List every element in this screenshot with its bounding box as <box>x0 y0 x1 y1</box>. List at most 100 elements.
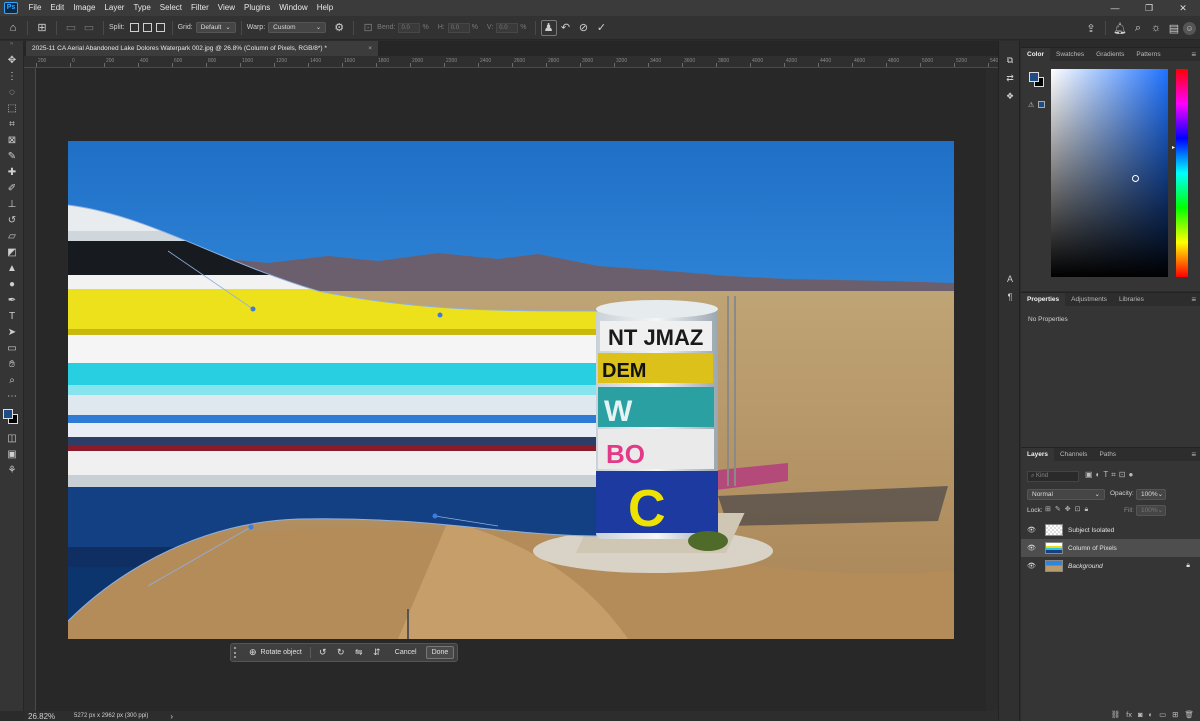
paragraph-panel-icon[interactable]: ¶ <box>999 288 1021 306</box>
warp-control-point[interactable] <box>432 513 438 519</box>
lock-options-icons[interactable]: ⊞✎✥⊡🔒︎ <box>1045 505 1092 514</box>
close-tab-icon[interactable]: × <box>368 41 372 56</box>
adjustment-layer-icon[interactable]: ◐ <box>1149 710 1154 719</box>
foreground-color-swatch[interactable] <box>3 409 13 419</box>
move-icon[interactable]: ✥ <box>0 53 24 69</box>
cancel-icon[interactable]: ⊘ <box>575 21 593 34</box>
blend-mode-select[interactable]: Normal ⌄ <box>1027 489 1105 500</box>
path-select-icon[interactable]: ➤ <box>0 325 24 341</box>
more-tools-icon[interactable]: ⋯ <box>0 389 24 405</box>
hand-icon[interactable]: ✋︎ <box>0 357 24 373</box>
layer-filter-icons[interactable]: ▣◐T⌗⊡● <box>1085 470 1136 480</box>
color-swatches[interactable] <box>0 405 23 431</box>
tab-gradients[interactable]: Gradients <box>1090 48 1130 61</box>
tab-paths[interactable]: Paths <box>1093 448 1122 461</box>
layer-name[interactable]: Background <box>1068 563 1103 570</box>
home-icon[interactable]: ⌂ <box>4 22 22 34</box>
gamut-warning-icon[interactable]: ⚠ <box>1028 101 1034 109</box>
split-vertical-icon[interactable] <box>142 23 152 32</box>
toolbar-grip[interactable]: » <box>0 41 23 53</box>
history-panel-icon[interactable]: ⧉ <box>999 51 1021 69</box>
pen-icon[interactable]: ✒ <box>0 293 24 309</box>
add-mask-icon[interactable]: ◙ <box>1138 710 1143 719</box>
type-icon[interactable]: T <box>0 309 24 325</box>
gradient-icon[interactable]: ◩ <box>0 245 24 261</box>
document-tab[interactable]: 2025-11 CA Aerial Abandoned Lake Dolores… <box>26 41 378 56</box>
color-picker-field[interactable] <box>1051 69 1168 277</box>
new-layer-icon[interactable]: ⊞ <box>1172 710 1178 719</box>
flip-vertical-icon[interactable]: ⇵ <box>368 647 386 658</box>
fill-field[interactable]: 100% ⌄ <box>1136 505 1166 516</box>
blur-icon[interactable]: ▲ <box>0 261 24 277</box>
delete-layer-icon[interactable]: 🗑︎ <box>1184 710 1194 719</box>
history-brush-icon[interactable]: ↺ <box>0 213 24 229</box>
layer-name[interactable]: Subject Isolated <box>1068 527 1114 534</box>
hue-slider[interactable] <box>1176 69 1188 277</box>
panel-menu-icon[interactable]: ≡ <box>1191 48 1196 61</box>
eyedropper-icon[interactable]: ✎ <box>0 149 24 165</box>
zoom-level[interactable]: 26.82% <box>28 712 68 721</box>
warp-select[interactable]: Custom ⌄ <box>268 22 327 33</box>
color-picker-cursor[interactable] <box>1132 175 1139 182</box>
menu-select[interactable]: Select <box>155 0 186 16</box>
photo-image[interactable]: NT JMAZ DEM W BO C <box>68 141 954 639</box>
healing-brush-icon[interactable]: ✚ <box>0 165 24 181</box>
visibility-eye-icon[interactable]: 👁︎ <box>1027 562 1037 570</box>
frame-icon[interactable]: ⊠ <box>0 133 24 149</box>
search-icon[interactable]: ⌕ <box>1129 22 1147 35</box>
restore-button[interactable]: ❐ <box>1132 0 1166 16</box>
link-layers-icon[interactable]: ⛓︎ <box>1111 710 1121 719</box>
status-arrow-icon[interactable]: › <box>170 712 173 721</box>
flip-horizontal-icon[interactable]: ⇋ <box>350 647 368 658</box>
tab-libraries[interactable]: Libraries <box>1113 293 1150 306</box>
rectangle-icon[interactable]: ▭ <box>0 341 24 357</box>
crop-icon[interactable]: ⌗ <box>0 117 24 133</box>
styles-panel-icon[interactable]: ❖ <box>999 87 1021 105</box>
web-safe-color-swatch[interactable] <box>1038 101 1045 108</box>
close-window-button[interactable]: ✕ <box>1166 0 1200 16</box>
bell-icon[interactable]: 🔔︎ <box>1111 22 1129 35</box>
zoom-icon[interactable]: ⌕ <box>0 373 24 389</box>
share-icon[interactable]: ⇪ <box>1082 22 1100 35</box>
screen-mode-icon[interactable]: ▣ <box>0 447 24 463</box>
commit-checkmark-icon[interactable]: ✓ <box>593 21 611 34</box>
h-field[interactable]: 0.0 <box>447 22 470 33</box>
eraser-icon[interactable]: ▱ <box>0 229 24 245</box>
layer-filter-kind[interactable]: ⌕ Kind <box>1027 471 1079 482</box>
layer-row-selected[interactable]: 👁︎ Column of Pixels <box>1021 539 1200 557</box>
character-panel-icon[interactable]: A <box>999 270 1021 288</box>
cancel-button[interactable]: Cancel <box>390 646 422 659</box>
warp-control-point[interactable] <box>250 306 256 312</box>
minimize-button[interactable]: — <box>1098 0 1132 16</box>
user-avatar-icon[interactable]: ☺ <box>1183 21 1196 35</box>
quick-mask-icon[interactable]: ◫ <box>0 431 24 447</box>
menu-layer[interactable]: Layer <box>100 0 129 16</box>
layer-style-icon[interactable]: fx <box>1126 710 1132 719</box>
tab-properties[interactable]: Properties <box>1021 293 1066 306</box>
grid-select[interactable]: Default ⌄ <box>195 22 236 33</box>
visibility-eye-icon[interactable]: 👁︎ <box>1027 526 1037 534</box>
layer-name[interactable]: Column of Pixels <box>1068 545 1117 552</box>
menu-window[interactable]: Window <box>275 0 312 16</box>
warp-control-point[interactable] <box>437 312 443 318</box>
v-field[interactable]: 0.0 <box>496 22 519 33</box>
split-cross-icon[interactable] <box>129 23 139 32</box>
brush-settings-icon[interactable]: ⇄ <box>999 69 1021 87</box>
drag-handle[interactable] <box>234 647 240 658</box>
tab-channels[interactable]: Channels <box>1054 448 1093 461</box>
menu-file[interactable]: File <box>24 0 46 16</box>
split-horizontal-icon[interactable] <box>155 23 165 32</box>
done-button[interactable]: Done <box>425 646 455 659</box>
tab-swatches[interactable]: Swatches <box>1050 48 1090 61</box>
menu-edit[interactable]: Edit <box>46 0 69 16</box>
opacity-field[interactable]: 100% ⌄ <box>1136 489 1166 500</box>
object-select-icon[interactable]: ⬚ <box>0 101 24 117</box>
undo-warp-icon[interactable]: ↶ <box>557 21 575 34</box>
menu-plugins[interactable]: Plugins <box>240 0 275 16</box>
menu-help[interactable]: Help <box>312 0 337 16</box>
warp-tool-icon[interactable]: ⊞ <box>33 21 51 34</box>
panel-menu-icon[interactable]: ≡ <box>1191 293 1196 306</box>
hue-slider-marker-icon[interactable]: ▸ <box>1172 144 1175 151</box>
lightbulb-icon[interactable]: ☼ <box>1147 22 1165 34</box>
lasso-icon[interactable]: ◌ <box>0 85 24 101</box>
